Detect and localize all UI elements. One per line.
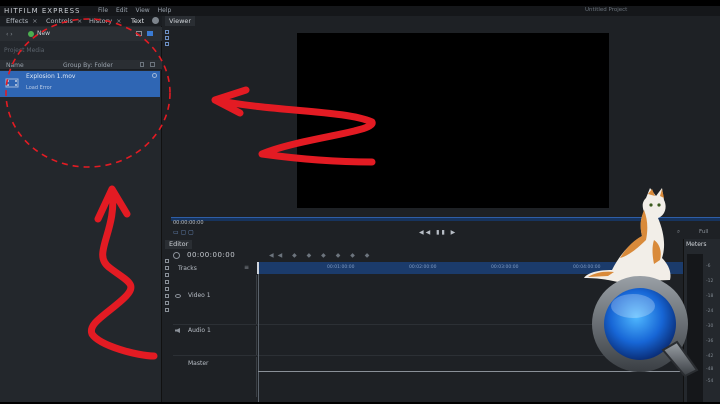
media-item-status: Load Error [26,85,52,91]
list-view-icon[interactable] [140,62,144,67]
select-tool-icon[interactable] [165,259,169,263]
media-item-selected[interactable]: Explosion 1.mov Load Error [0,71,160,97]
sort-by-name[interactable]: Name [6,62,24,69]
group-by-select[interactable]: Group By: Folder [63,62,113,69]
import-icon[interactable] [136,31,142,36]
slide-tool-icon[interactable] [165,280,169,284]
meter-label: -18 [706,294,714,299]
tab-viewer[interactable]: Viewer [165,16,196,26]
tab-effects[interactable]: Effects × [6,17,38,25]
meter-label: -54 [706,379,714,384]
rate-tool-icon[interactable] [165,301,169,305]
info-icon[interactable] [152,73,157,78]
media-view-row: Name Group By: Folder [0,60,162,70]
ruler-tick: 00:02:00:00 [409,265,437,270]
quality-select[interactable]: Full [699,229,708,235]
panel-tabs: Effects × Controls × History × Text [0,16,162,26]
screenshot-stage: HITFILM EXPRESS File Edit View Help Unti… [0,0,720,404]
quicktime-icon [592,276,699,378]
new-button[interactable]: New [26,30,55,38]
media-panel: Effects × Controls × History × Text ‹ › New… [0,16,162,404]
app-menubar: HITFILM EXPRESS File Edit View Help Unti… [0,6,720,16]
breadcrumb: Project Media [4,47,45,54]
plus-icon [28,31,34,37]
meter-label: -24 [706,309,714,314]
film-icon [5,78,19,88]
eye-icon[interactable] [175,294,181,298]
tab-history[interactable]: History × [89,17,122,25]
viewer-side-tools [164,28,171,58]
tracks-header: Tracks ≡ [173,262,257,274]
track-header: Audio 1 [173,326,257,355]
meter-label: -36 [706,339,714,344]
project-title: Untitled Project [585,7,628,13]
speaker-icon[interactable] [175,328,180,333]
app-logo: HITFILM EXPRESS [4,7,81,15]
layout-icon[interactable]: ▭ ▢ ▢ [173,229,194,236]
select-tool-icon[interactable] [165,30,169,34]
track-header: Master [173,357,257,397]
slip-tool-icon[interactable] [165,273,169,277]
ruler-tick: 00:01:00:00 [327,265,355,270]
tracks-label: Tracks [178,265,197,272]
close-icon[interactable]: × [32,17,37,25]
editor-tools [163,257,171,315]
meter-label: -12 [706,279,714,284]
meters-title: Meters [686,241,707,248]
playhead[interactable] [257,262,259,274]
zoom-tool-icon[interactable] [165,42,169,46]
main-menu[interactable]: File Edit View Help [98,7,171,14]
video-preview [297,33,609,208]
gear-icon[interactable] [152,17,159,24]
media-item-name: Explosion 1.mov [26,73,76,80]
slice-tool-icon[interactable] [165,266,169,270]
close-icon[interactable]: × [116,17,121,25]
close-icon[interactable]: × [77,17,82,25]
track-name: Video 1 [188,292,211,299]
ruler-tick: 00:03:00:00 [491,265,519,270]
clock-icon [173,252,180,259]
keyframe-icons[interactable]: ◀◀ ◆ ◆ ◆ ◆ ◆ ◆ [269,252,373,259]
playhead-line [258,274,259,404]
menu-icon[interactable]: ≡ [244,264,249,271]
grid-view-icon[interactable] [147,31,153,36]
roll-tool-icon[interactable] [165,294,169,298]
tab-text[interactable]: Text [131,17,144,25]
track-header: Video 1 [173,275,257,324]
meter-label: -48 [706,367,714,372]
back-forward-icon[interactable]: ‹ › [6,31,13,38]
ripple-tool-icon[interactable] [165,287,169,291]
editor-timecode: 00:00:00:00 [187,251,236,259]
meter-label: -42 [706,354,714,359]
meter-label: -6 [706,264,711,269]
tab-controls[interactable]: Controls × [46,17,82,25]
meter-label: -30 [706,324,714,329]
viewer-timecode: 00:00:00:00 [173,220,204,226]
tab-editor[interactable]: Editor [165,240,193,249]
thumbnail-view-icon[interactable] [150,62,155,67]
snap-icon[interactable] [165,308,169,312]
media-toolbar: ‹ › New [0,27,162,41]
track-name: Master [188,360,209,367]
hand-tool-icon[interactable] [165,36,169,40]
track-name: Audio 1 [188,327,211,334]
play-controls[interactable]: ◀◀ ▮▮ ▶ [419,229,457,236]
